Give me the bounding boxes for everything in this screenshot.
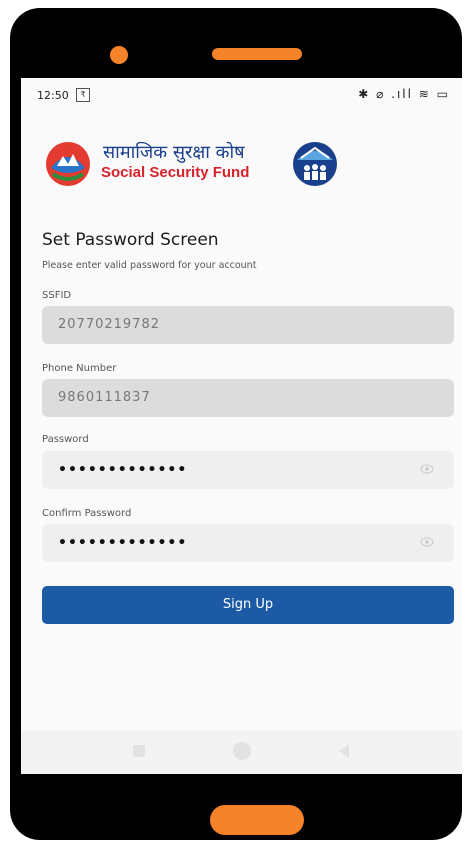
- app-screen: 12:50 ₹ ✱ ⌀ .ıll ≋ ▭ सामाजिक सुरक्षा कोष…: [21, 78, 462, 774]
- status-bar: 12:50 ₹ ✱ ⌀ .ıll ≋ ▭: [21, 78, 462, 112]
- phone-label: Phone Number: [42, 363, 117, 374]
- eye-icon[interactable]: [420, 537, 434, 547]
- password-input[interactable]: •••••••••••••: [42, 451, 454, 489]
- ssfid-field: 20770219782: [42, 306, 454, 344]
- page-title: Set Password Screen: [42, 230, 219, 250]
- sign-up-button[interactable]: Sign Up: [42, 586, 454, 624]
- ssf-logo: सामाजिक सुरक्षा कोष Social Security Fund: [41, 138, 351, 190]
- speaker-bar: [212, 48, 302, 60]
- status-icons: ✱ ⌀ .ıll ≋ ▭: [358, 87, 450, 101]
- eye-icon[interactable]: [420, 464, 434, 474]
- logo-nepali-text: सामाजिक सुरक्षा कोष: [103, 142, 245, 163]
- nepal-emblem-icon: [46, 142, 90, 186]
- confirm-password-value: •••••••••••••: [58, 535, 188, 551]
- page-subtitle: Please enter valid password for your acc…: [42, 260, 257, 271]
- notification-icon: ₹: [76, 88, 90, 102]
- ssfid-value: 20770219782: [58, 317, 160, 332]
- android-nav-bar: [21, 730, 462, 774]
- password-label: Password: [42, 434, 89, 445]
- confirm-password-input[interactable]: •••••••••••••: [42, 524, 454, 562]
- logo-english-text: Social Security Fund: [101, 164, 250, 181]
- phone-value: 9860111837: [58, 390, 151, 405]
- camera-dot: [110, 46, 128, 64]
- status-time: 12:50: [37, 89, 69, 102]
- password-value: •••••••••••••: [58, 462, 188, 478]
- confirm-password-label: Confirm Password: [42, 508, 132, 519]
- back-triangle-icon[interactable]: [339, 744, 349, 758]
- circle-icon[interactable]: [233, 742, 251, 760]
- globe-people-icon: [293, 142, 337, 186]
- home-button[interactable]: [210, 805, 304, 835]
- phone-field: 9860111837: [42, 379, 454, 417]
- square-icon[interactable]: [133, 745, 145, 757]
- ssfid-label: SSFID: [42, 290, 72, 301]
